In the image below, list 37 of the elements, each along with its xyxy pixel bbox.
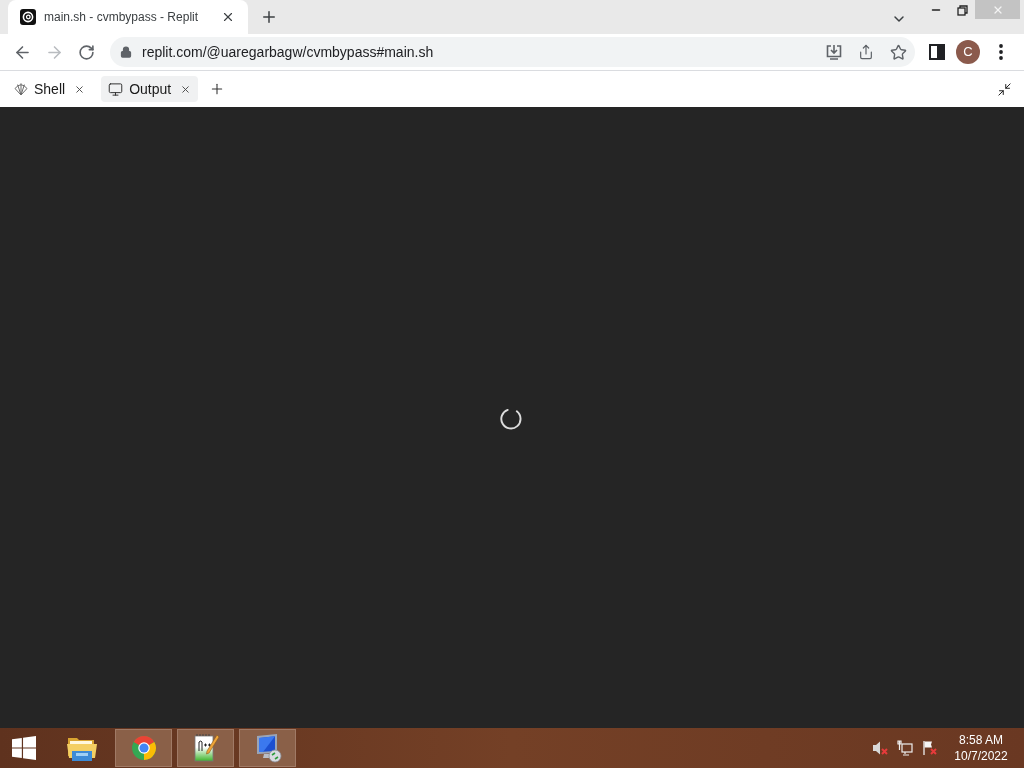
close-icon (179, 83, 191, 95)
browser-logo-icon (130, 735, 157, 761)
browser-tab[interactable]: main.sh - cvmbypass - Replit (8, 0, 248, 34)
site-logo-icon (20, 9, 36, 25)
muted-speaker-icon[interactable] (872, 740, 888, 756)
notepad-pencil-icon (191, 733, 220, 763)
reload-icon (77, 43, 95, 61)
tab-label: Output (129, 79, 172, 99)
close-icon (221, 10, 235, 24)
close-icon (73, 83, 85, 95)
tab-label: Shell (34, 79, 66, 99)
workspace-tab[interactable]: Shell (7, 76, 93, 102)
profile-avatar[interactable]: C (956, 40, 980, 64)
close-tab-button[interactable] (73, 83, 86, 95)
address-bar[interactable]: replit.com/@uaregarbagw/cvmbypass#main.sh (110, 37, 915, 67)
tab-title: main.sh - cvmbypass - Replit (44, 9, 200, 26)
more-icon (999, 44, 1003, 60)
plus-icon (260, 8, 278, 26)
clock-time[interactable]: 8:58 AM (959, 732, 1003, 748)
flag-icon[interactable] (922, 740, 938, 756)
seashell-icon (14, 82, 28, 96)
collapse-icon (996, 81, 1012, 97)
star-icon (889, 43, 907, 61)
taskbar-button[interactable] (177, 729, 234, 767)
close-tab-button[interactable] (179, 83, 192, 95)
restore-icon (956, 4, 968, 16)
clock-date[interactable]: 10/7/2022 (954, 748, 1008, 764)
share-icon (858, 44, 874, 60)
workspace-tab[interactable]: Output (101, 76, 199, 102)
download-icon (826, 44, 842, 60)
network-icon[interactable] (897, 740, 913, 756)
lock-icon (120, 46, 132, 58)
taskbar-button[interactable] (239, 729, 296, 767)
url-text: replit.com/@uaregarbagw/cvmbypass#main.sh (142, 42, 435, 62)
monitor-icon (108, 81, 124, 97)
side-panel-icon (929, 44, 945, 60)
start-menu-icon (11, 736, 37, 760)
